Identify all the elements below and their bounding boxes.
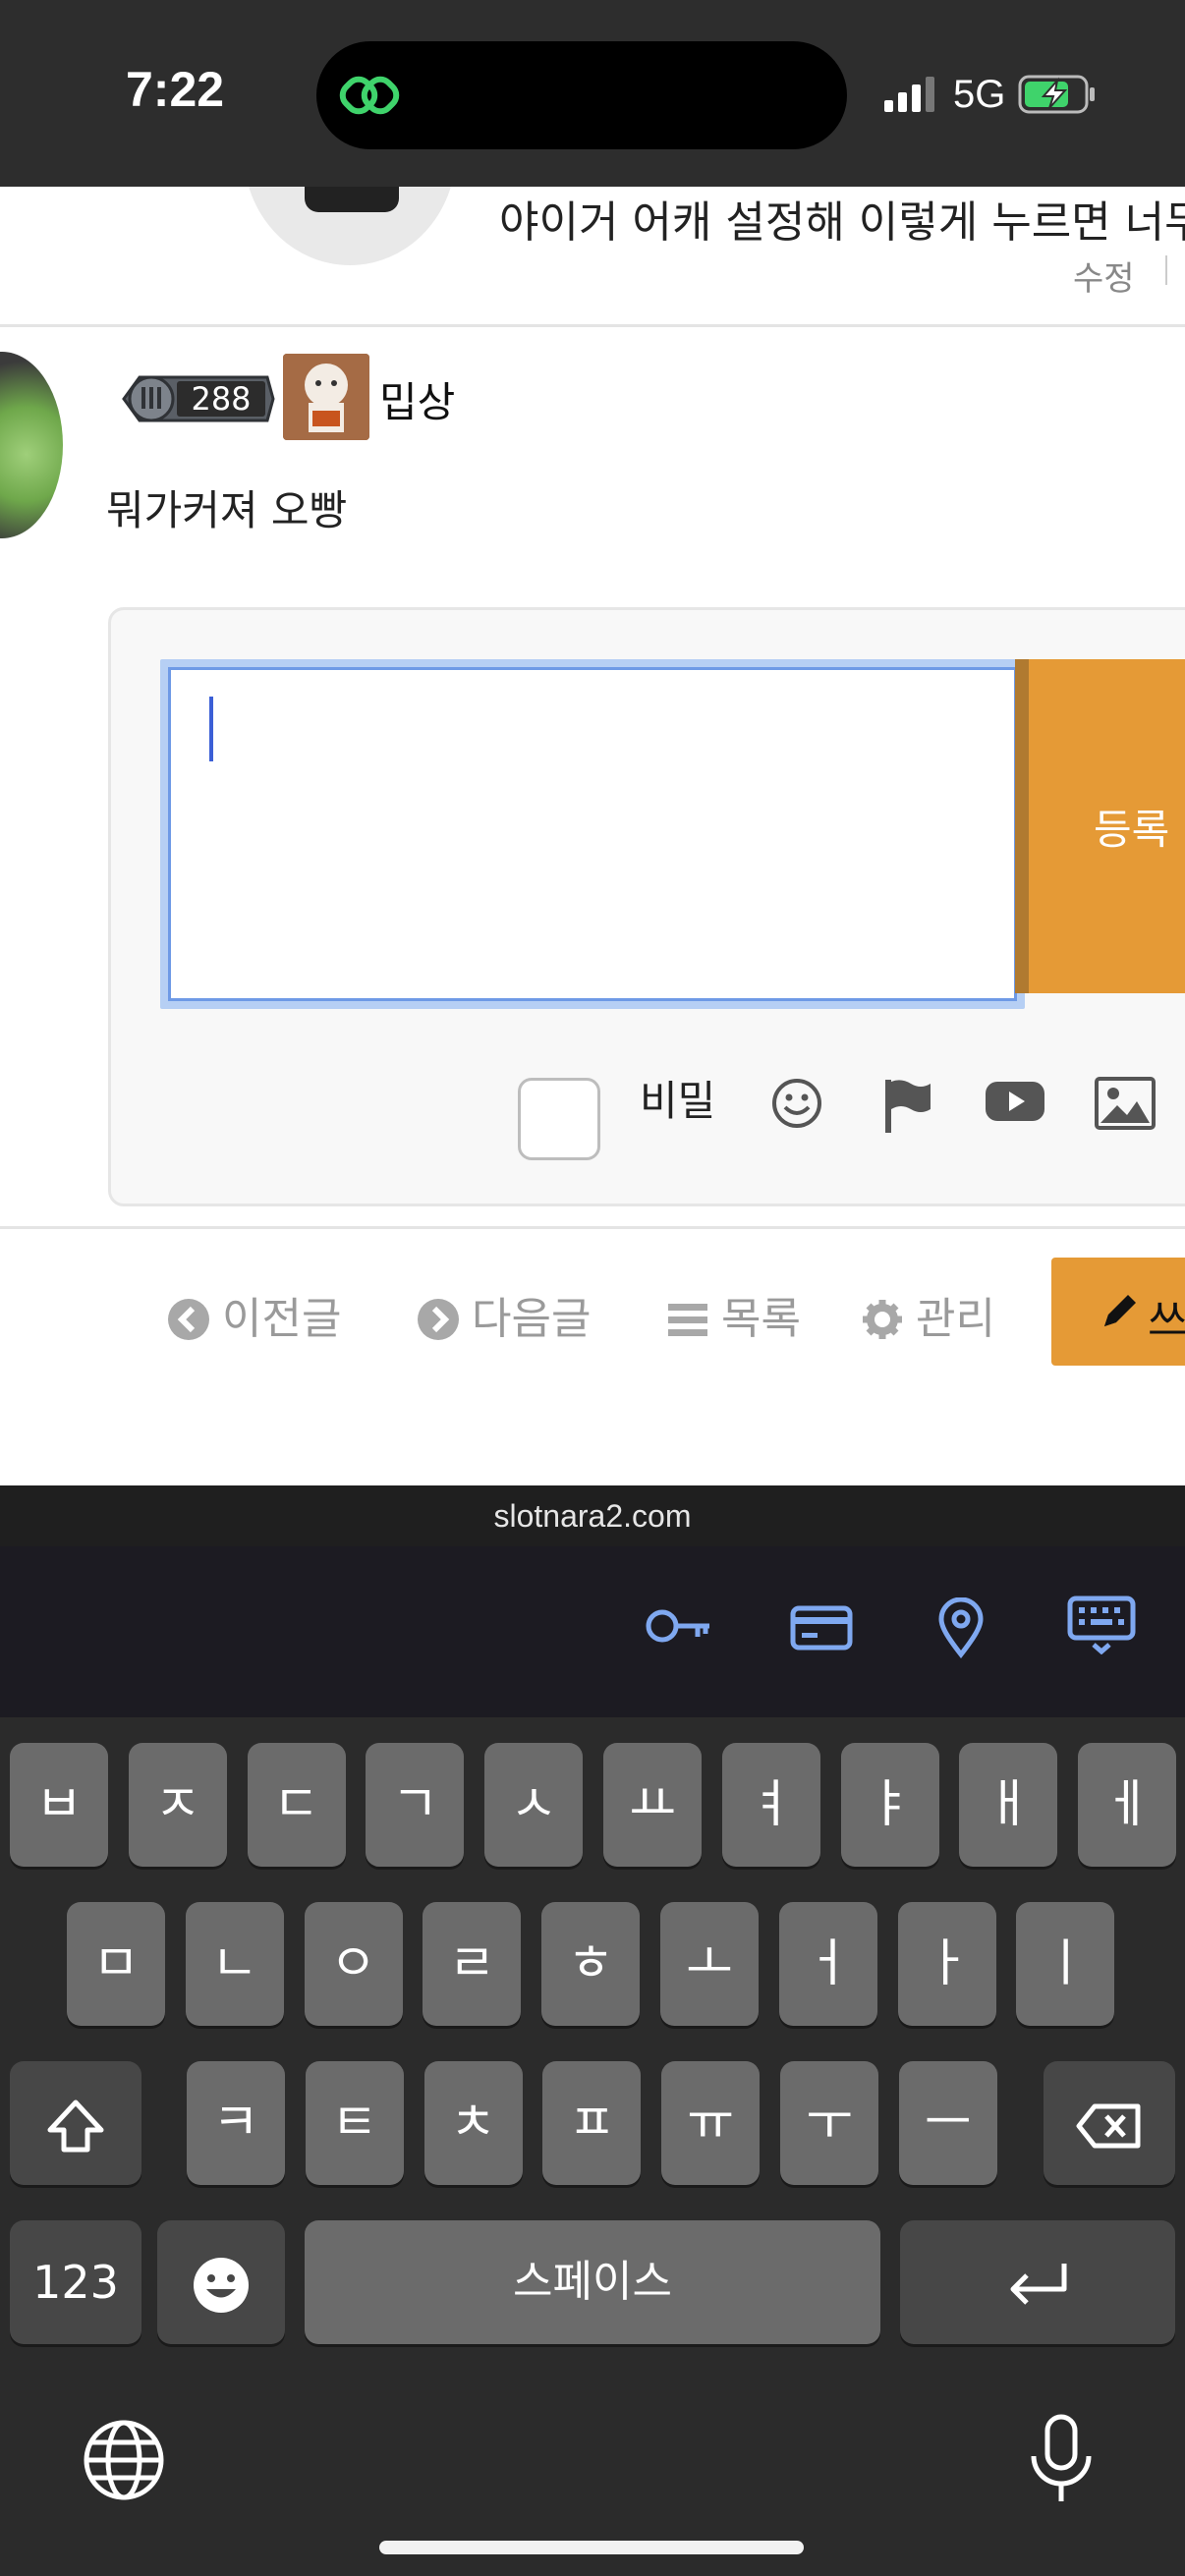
key-4-row3[interactable]: ㅍ <box>542 2061 642 2185</box>
key-3-row2[interactable]: ㅇ <box>304 1902 403 2026</box>
pencil-icon <box>1104 1295 1136 1326</box>
cellular-signal-icon <box>884 77 934 112</box>
key-5-row1[interactable]: ㅅ <box>484 1743 584 1867</box>
key-6-row3[interactable]: ㅜ <box>780 2061 878 2185</box>
key-1-row2[interactable]: ㅁ <box>67 1902 165 2026</box>
return-key[interactable] <box>900 2220 1175 2344</box>
image-upload-icon[interactable] <box>1094 1076 1157 1131</box>
chevron-left-circle-icon <box>168 1299 209 1340</box>
keyboard: ㅂㅈㄷㄱㅅㅛㅕㅑㅐㅔ ㅁㄴㅇㄹㅎㅗㅓㅏㅣ ㅋㅌㅊㅍㅠㅜㅡ 123 스페이스 <box>0 1717 1185 2576</box>
key-10-row1[interactable]: ㅔ <box>1078 1743 1177 1867</box>
divider <box>0 324 1185 327</box>
submit-label: 등록 <box>1094 807 1170 853</box>
shift-icon <box>47 2100 104 2153</box>
reply-form: 등록 비밀 <box>108 607 1185 1206</box>
chevron-right-circle-icon <box>418 1299 459 1340</box>
battery-charging-icon <box>1018 75 1095 114</box>
write-label: 쓰 <box>1148 1296 1185 1346</box>
key-2-row2[interactable]: ㄴ <box>185 1902 284 2026</box>
key-6-row1[interactable]: ㅛ <box>603 1743 702 1867</box>
manage-label: 관리 <box>916 1294 995 1344</box>
link-activity-icon <box>339 76 400 115</box>
key-3-row3[interactable]: ㅊ <box>423 2061 523 2185</box>
web-content: 야이거 어캐 설정해 이렇게 누르면 너무 수정 288 밉상 뭐가커져 오빵 … <box>0 187 1185 1485</box>
numbers-key[interactable]: 123 <box>10 2220 141 2344</box>
dynamic-island <box>316 41 847 149</box>
level-number: 288 <box>191 380 251 418</box>
key-5-row3[interactable]: ㅠ <box>661 2061 761 2185</box>
manage-link[interactable]: 관리 <box>861 1283 995 1346</box>
home-indicator <box>379 2541 804 2554</box>
emoji-key[interactable] <box>157 2220 285 2344</box>
list-icon <box>668 1304 707 1336</box>
write-button[interactable]: 쓰 <box>1051 1258 1185 1366</box>
credit-card-icon[interactable] <box>790 1603 853 1652</box>
globe-icon[interactable] <box>83 2419 165 2501</box>
prev-post-link[interactable]: 이전글 <box>167 1283 341 1346</box>
next-post-link[interactable]: 다음글 <box>417 1283 591 1346</box>
url-bar[interactable]: slotnara2.com <box>0 1485 1185 1546</box>
comment-text: 야이거 어캐 설정해 이렇게 누르면 너무 <box>499 197 1185 248</box>
flag-icon[interactable] <box>879 1076 934 1135</box>
reply-textarea[interactable] <box>160 659 1025 1009</box>
list-link[interactable]: 목록 <box>666 1283 801 1346</box>
key-9-row2[interactable]: ㅣ <box>1016 1902 1115 2026</box>
key-8-row1[interactable]: ㅑ <box>840 1743 939 1867</box>
character-icon <box>283 354 369 440</box>
key-7-row2[interactable]: ㅓ <box>778 1902 877 2026</box>
edit-link[interactable]: 수정 <box>1073 252 1135 300</box>
level-badge-icon: 288 <box>122 375 275 422</box>
next-post-label: 다음글 <box>472 1294 592 1344</box>
text-caret <box>209 697 213 761</box>
key-9-row1[interactable]: ㅐ <box>959 1743 1058 1867</box>
backspace-icon <box>1076 2103 1141 2149</box>
url-text: slotnara2.com <box>493 1498 692 1534</box>
youtube-icon[interactable] <box>984 1076 1046 1127</box>
secret-label: 비밀 <box>640 1077 716 1125</box>
key-1-row3[interactable]: ㅋ <box>187 2061 285 2185</box>
keyboard-accessory-bar <box>0 1546 1185 1717</box>
link-separator <box>1165 255 1167 285</box>
status-time: 7:22 <box>126 62 225 117</box>
submit-button[interactable]: 등록 <box>1015 659 1185 993</box>
secret-checkbox[interactable] <box>518 1078 600 1160</box>
key-2-row3[interactable]: ㅌ <box>305 2061 404 2185</box>
gear-icon <box>863 1300 902 1339</box>
key-4-row1[interactable]: ㄱ <box>366 1743 465 1867</box>
key-2-row1[interactable]: ㅈ <box>128 1743 227 1867</box>
keyboard-icon[interactable] <box>1067 1596 1136 1654</box>
key-1-row1[interactable]: ㅂ <box>10 1743 108 1867</box>
shift-key[interactable] <box>10 2061 141 2185</box>
prev-post-label: 이전글 <box>222 1294 342 1344</box>
list-label: 목록 <box>721 1294 801 1344</box>
return-icon <box>1010 2264 1067 2305</box>
emoticon-icon[interactable] <box>769 1076 824 1131</box>
microphone-icon[interactable] <box>1026 2413 1097 2507</box>
key-7-row3[interactable]: ㅡ <box>898 2061 997 2185</box>
commenter-nickname[interactable]: 밉상 <box>379 369 455 429</box>
key-7-row1[interactable]: ㅕ <box>721 1743 820 1867</box>
comment-body: 뭐가커져 오빵 <box>106 486 348 534</box>
key-3-row1[interactable]: ㄷ <box>247 1743 346 1867</box>
location-pin-icon[interactable] <box>937 1597 985 1658</box>
backspace-key[interactable] <box>1044 2061 1175 2185</box>
commenter-avatar <box>0 352 63 538</box>
user-avatar <box>244 187 456 265</box>
key-6-row2[interactable]: ㅗ <box>660 1902 759 2026</box>
status-bar: 7:22 5G <box>0 0 1185 187</box>
key-5-row2[interactable]: ㅎ <box>541 1902 641 2026</box>
divider <box>0 1226 1185 1229</box>
emoji-icon <box>194 2258 249 2313</box>
key-8-row2[interactable]: ㅏ <box>897 1902 996 2026</box>
key-icon[interactable] <box>645 1603 713 1649</box>
key-4-row2[interactable]: ㄹ <box>423 1902 522 2026</box>
space-key[interactable]: 스페이스 <box>305 2220 880 2344</box>
network-type: 5G <box>953 73 1006 116</box>
